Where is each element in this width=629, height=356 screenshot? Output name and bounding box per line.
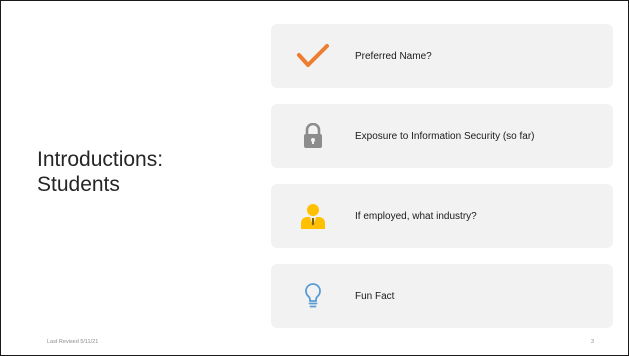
slide-title-line-1: Introductions: (37, 148, 164, 171)
slide-title: Introductions: Students (37, 147, 237, 197)
slide: Introductions: Students Preferred Name? … (0, 0, 629, 356)
question-card-infosec-exposure: Exposure to Information Security (so far… (271, 104, 613, 168)
question-card-preferred-name: Preferred Name? (271, 24, 613, 88)
lock-icon (271, 104, 355, 168)
question-label: Preferred Name? (355, 50, 432, 62)
lightbulb-icon (271, 264, 355, 328)
question-label: Fun Fact (355, 290, 395, 302)
checkmark-icon (271, 24, 355, 88)
question-label: If employed, what industry? (355, 210, 477, 222)
page-number: 3 (591, 339, 595, 345)
footer-revised-date: Last Revised 5/11/21 (47, 339, 99, 345)
question-card-industry: If employed, what industry? (271, 184, 613, 248)
slide-title-line-2: Students (37, 173, 120, 196)
question-card-fun-fact: Fun Fact (271, 264, 613, 328)
question-label: Exposure to Information Security (so far… (355, 130, 535, 142)
worker-icon (271, 184, 355, 248)
